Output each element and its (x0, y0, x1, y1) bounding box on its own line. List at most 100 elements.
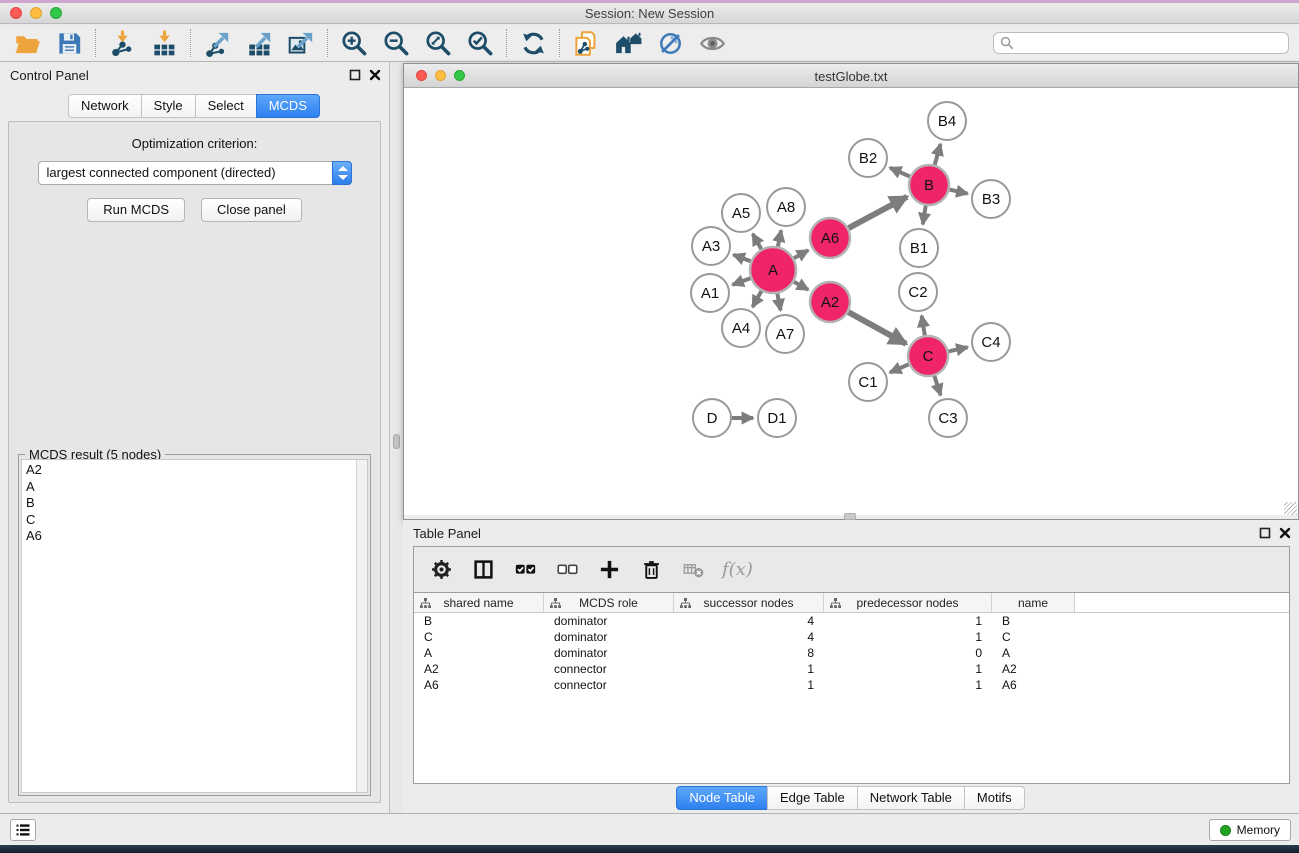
tab-select[interactable]: Select (195, 94, 257, 118)
settings-gear-icon[interactable] (428, 557, 454, 583)
tab-style[interactable]: Style (141, 94, 196, 118)
edge-B-B1[interactable] (923, 206, 926, 225)
mcds-list-scrollbar[interactable] (356, 460, 367, 792)
edge-A-A1[interactable] (733, 278, 751, 285)
select-all-icon[interactable] (512, 557, 538, 583)
add-column-icon[interactable] (596, 557, 622, 583)
node-B[interactable]: B (909, 165, 949, 205)
table-row[interactable]: A2connector11A2 (414, 661, 1289, 677)
home-icon[interactable] (611, 28, 645, 58)
export-network-icon[interactable] (200, 28, 234, 58)
delete-column-icon[interactable] (638, 557, 664, 583)
node-C1[interactable]: C1 (849, 363, 887, 401)
node-C2[interactable]: C2 (899, 273, 937, 311)
edge-C-C3[interactable] (934, 376, 940, 395)
tab-node-table[interactable]: Node Table (676, 786, 768, 810)
node-A4[interactable]: A4 (722, 309, 760, 347)
table-row[interactable]: Cdominator41C (414, 629, 1289, 645)
search-input[interactable] (993, 32, 1289, 54)
edge-A-A4[interactable] (753, 291, 762, 307)
table-row[interactable]: Bdominator41B (414, 613, 1289, 629)
edge-A-A6[interactable] (794, 250, 808, 258)
column-header-predecessor-nodes[interactable]: predecessor nodes (824, 593, 992, 612)
column-header-shared-name[interactable]: shared name (414, 593, 544, 612)
table-row[interactable]: A6connector11A6 (414, 677, 1289, 693)
close-panel-icon[interactable] (369, 68, 381, 86)
node-A2[interactable]: A2 (810, 282, 850, 322)
edge-A-A2[interactable] (794, 282, 808, 290)
vertical-scroll-thumb[interactable] (393, 434, 400, 449)
node-A5[interactable]: A5 (722, 194, 760, 232)
tab-mcds[interactable]: MCDS (256, 94, 320, 118)
graphics-details-icon[interactable] (653, 28, 687, 58)
node-D[interactable]: D (693, 399, 731, 437)
edge-A-A8[interactable] (778, 231, 781, 247)
edge-C-C1[interactable] (890, 364, 909, 372)
import-network-icon[interactable] (105, 28, 139, 58)
edge-B-B2[interactable] (890, 168, 910, 177)
open-folder-icon[interactable] (10, 28, 44, 58)
column-layout-icon[interactable] (470, 557, 496, 583)
panels-menu-button[interactable] (10, 819, 36, 841)
node-table[interactable]: shared nameMCDS rolesuccessor nodesprede… (413, 592, 1290, 784)
close-table-panel-icon[interactable] (1279, 526, 1291, 544)
tab-network[interactable]: Network (68, 94, 142, 118)
resize-grip[interactable] (1284, 502, 1297, 515)
table-row[interactable]: Adominator80A (414, 645, 1289, 661)
import-table-icon[interactable] (147, 28, 181, 58)
horizontal-scroll-thumb[interactable] (844, 513, 856, 520)
node-B1[interactable]: B1 (900, 229, 938, 267)
refresh-icon[interactable] (516, 28, 550, 58)
network-from-selection-icon[interactable] (569, 28, 603, 58)
float-table-panel-icon[interactable] (1259, 526, 1271, 544)
export-table-icon[interactable] (242, 28, 276, 58)
edge-B-B4[interactable] (935, 144, 941, 165)
float-panel-icon[interactable] (349, 68, 361, 86)
edge-A2-C[interactable] (848, 312, 906, 344)
criterion-select[interactable]: largest connected component (directed) (38, 161, 352, 185)
node-A3[interactable]: A3 (692, 227, 730, 265)
mcds-result-item[interactable]: C (26, 512, 367, 529)
zoom-fit-icon[interactable] (421, 28, 455, 58)
zoom-in-icon[interactable] (337, 28, 371, 58)
node-A6[interactable]: A6 (810, 218, 850, 258)
edge-B-B3[interactable] (950, 190, 968, 194)
run-mcds-button[interactable]: Run MCDS (87, 198, 185, 222)
mcds-result-item[interactable]: A (26, 479, 367, 496)
node-B2[interactable]: B2 (849, 139, 887, 177)
node-A[interactable]: A (750, 247, 796, 293)
edge-C-C2[interactable] (922, 316, 925, 336)
edge-C-C4[interactable] (949, 347, 968, 351)
tab-edge-table[interactable]: Edge Table (767, 786, 858, 810)
export-image-icon[interactable] (284, 28, 318, 58)
node-C3[interactable]: C3 (929, 399, 967, 437)
save-session-icon[interactable] (52, 28, 86, 58)
network-window-titlebar[interactable]: testGlobe.txt (404, 64, 1298, 88)
close-panel-button[interactable]: Close panel (201, 198, 302, 222)
mcds-result-item[interactable]: A2 (26, 462, 367, 479)
mcds-result-list[interactable]: A2ABCA6 (21, 459, 368, 793)
deselect-all-icon[interactable] (554, 557, 580, 583)
node-C[interactable]: C (908, 336, 948, 376)
node-C4[interactable]: C4 (972, 323, 1010, 361)
edge-A-A3[interactable] (733, 255, 750, 262)
column-header-successor-nodes[interactable]: successor nodes (674, 593, 824, 612)
mcds-result-item[interactable]: B (26, 495, 367, 512)
zoom-out-icon[interactable] (379, 28, 413, 58)
node-A7[interactable]: A7 (766, 315, 804, 353)
node-A1[interactable]: A1 (691, 274, 729, 312)
node-B3[interactable]: B3 (972, 180, 1010, 218)
node-A8[interactable]: A8 (767, 188, 805, 226)
memory-button[interactable]: Memory (1209, 819, 1291, 841)
column-header-name[interactable]: name (992, 593, 1075, 612)
tab-motifs[interactable]: Motifs (964, 786, 1025, 810)
edge-A-A5[interactable] (753, 234, 762, 249)
tab-network-table[interactable]: Network Table (857, 786, 965, 810)
column-header-MCDS-role[interactable]: MCDS role (544, 593, 674, 612)
eye-icon[interactable] (695, 28, 729, 58)
network-graph[interactable]: B4B2BB3A5A8A6A3AB1A1C2A2A4A7C4CC1DD1C3 (404, 88, 1298, 516)
zoom-selected-icon[interactable] (463, 28, 497, 58)
edge-A-A7[interactable] (777, 294, 780, 311)
network-canvas[interactable]: B4B2BB3A5A8A6A3AB1A1C2A2A4A7C4CC1DD1C3 (404, 88, 1298, 516)
node-D1[interactable]: D1 (758, 399, 796, 437)
